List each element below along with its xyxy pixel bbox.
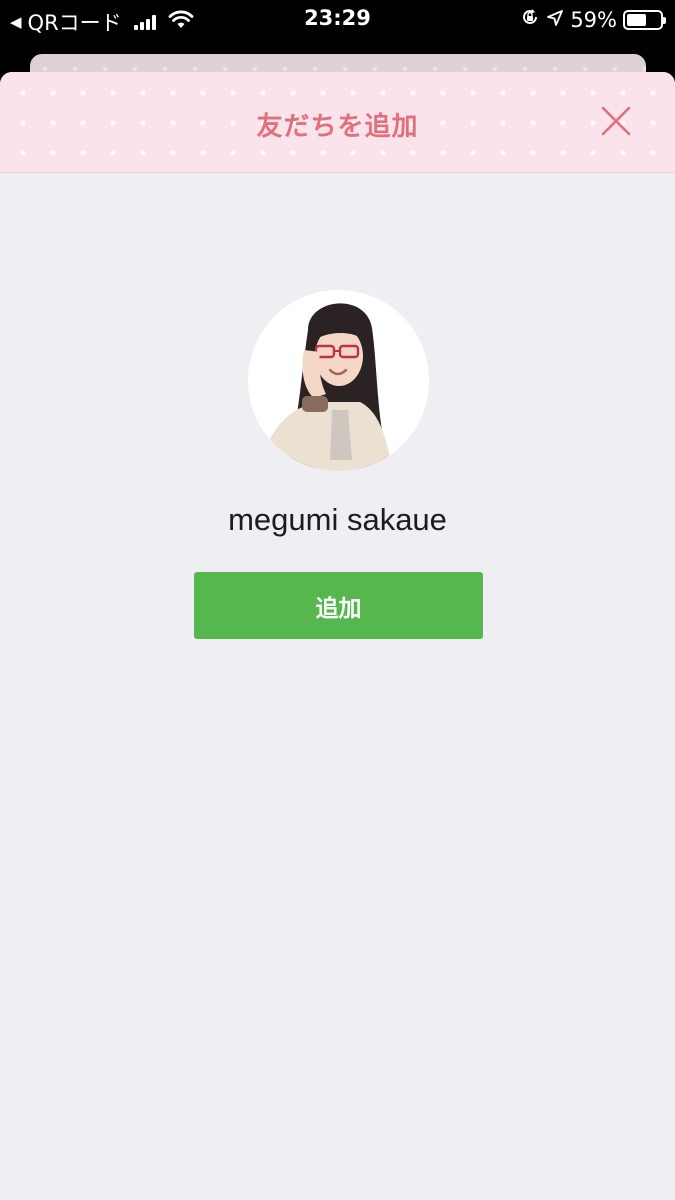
add-friend-button[interactable]: 追加 [194, 572, 483, 639]
avatar[interactable] [248, 290, 429, 471]
battery-icon [623, 9, 666, 30]
location-icon [546, 8, 564, 32]
close-icon [601, 106, 631, 136]
page-title: 友だちを追加 [256, 112, 419, 142]
close-button[interactable] [599, 104, 633, 138]
orientation-lock-icon [520, 7, 540, 32]
sheet-header: 友だちを追加 [0, 72, 675, 173]
status-bar: ◀ QRコード 23:29 59% [0, 0, 675, 38]
profile-photo [248, 290, 429, 471]
battery-percent: 59% [570, 7, 617, 32]
profile-name: megumi sakaue [228, 502, 447, 537]
add-friend-sheet: 友だちを追加 megumi sakaue 追加 [0, 72, 675, 1200]
